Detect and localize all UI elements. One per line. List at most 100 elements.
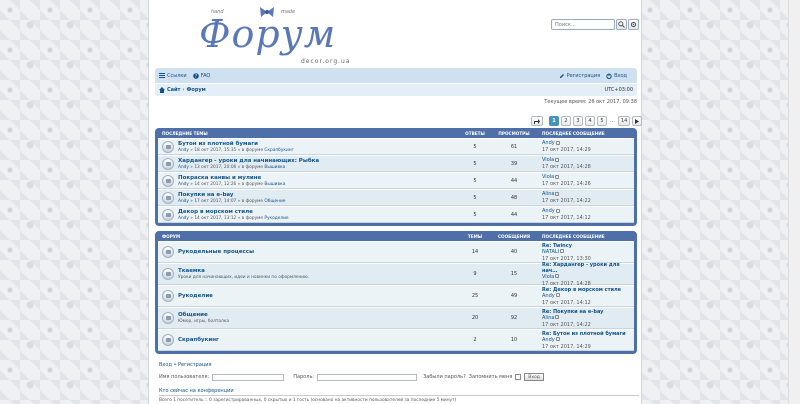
forum-row[interactable]: Ткаемка Уроки для начинающих, идеи и нови… xyxy=(158,262,634,287)
topic-last-author[interactable]: Andy xyxy=(542,140,634,146)
topic-last-author-name[interactable]: Andy xyxy=(542,208,555,214)
page-2[interactable]: 2 xyxy=(561,116,571,126)
view-latest-icon[interactable] xyxy=(555,208,560,213)
breadcrumb-site[interactable]: Сайт ‹ Форум xyxy=(159,87,206,93)
topic-author[interactable]: Andy xyxy=(178,199,189,204)
page-3[interactable]: 3 xyxy=(573,116,583,126)
topic-forum-link[interactable]: Скрапбукинг xyxy=(264,148,293,153)
topic-last-author-name[interactable]: Viola xyxy=(542,174,554,180)
topic-author[interactable]: Andy xyxy=(178,165,189,170)
topic-forum-link[interactable]: Общение xyxy=(264,199,285,204)
forum-row[interactable]: Скрапбукинг 2 10 Re: Бутон из плотной бумаг… xyxy=(158,329,634,351)
forum-last-author[interactable]: NATALI xyxy=(542,249,634,255)
topic-last-author-name[interactable]: Alina xyxy=(542,191,554,197)
faq-link[interactable]: ? FAQ xyxy=(192,73,210,79)
topic-last-author[interactable]: Viola xyxy=(542,174,634,180)
topic-row[interactable]: Декор в морском стиле Andy » 14 окт 2017,… xyxy=(158,206,634,223)
topic-read-icon xyxy=(162,140,174,153)
topic-row[interactable]: Бутон из плотной бумаги Andy » 18 окт 201… xyxy=(158,138,634,155)
remember-checkbox[interactable] xyxy=(515,374,522,380)
forum-title-link[interactable]: Скрапбукинг xyxy=(178,337,219,343)
forum-last-author[interactable]: Viola xyxy=(542,274,634,280)
topic-last-author-name[interactable]: Viola xyxy=(542,157,554,163)
topic-row[interactable]: Покупки на e-bay Andy » 17 окт 2017, 14:0… xyxy=(158,189,634,206)
page-4[interactable]: 4 xyxy=(585,116,595,126)
topic-last-author[interactable]: Viola xyxy=(542,157,634,163)
topic-last-post: Alina 17 окт 2017, 14:22 xyxy=(536,191,634,204)
next-page-button[interactable] xyxy=(632,116,643,126)
site-logo[interactable]: hand made Форум decor.org.ua xyxy=(189,6,369,66)
topic-forum-link[interactable]: Вышивка xyxy=(264,165,285,170)
search-button[interactable] xyxy=(616,19,627,30)
login-button[interactable]: Вход xyxy=(524,373,544,381)
topics-header-title: Последние темы xyxy=(162,130,208,136)
view-latest-icon[interactable] xyxy=(555,293,560,297)
page-5[interactable]: 5 xyxy=(597,116,607,126)
view-latest-icon[interactable] xyxy=(555,274,560,278)
topic-forum-link[interactable]: Вышивка xyxy=(264,182,285,187)
password-input[interactable] xyxy=(317,373,418,381)
forum-last-author[interactable]: Alina xyxy=(542,315,634,321)
forum-last-post-title[interactable]: Re: Хардангер - уроки для нач… xyxy=(542,262,634,274)
forgot-password-link[interactable]: Забыли пароль? xyxy=(423,374,466,380)
topic-last-author[interactable]: Andy xyxy=(542,208,634,214)
view-latest-icon[interactable] xyxy=(555,174,560,179)
forum-row[interactable]: Общение Юмор, игры, болталка 20 92 Re: Покуп… xyxy=(158,307,634,329)
topic-replies: 5 xyxy=(473,160,477,167)
topic-title-link[interactable]: Бутон из плотной бумаги xyxy=(178,141,294,147)
forum-last-author-name[interactable]: Andy xyxy=(542,337,555,343)
topic-author[interactable]: Andy xyxy=(178,148,189,153)
links-menu[interactable]: Ссылки xyxy=(159,73,187,79)
username-input[interactable] xyxy=(212,373,285,381)
forum-last-author-name[interactable]: Alina xyxy=(542,315,554,321)
forum-title-link[interactable]: Рукодельные процессы xyxy=(178,249,254,255)
topic-title-link[interactable]: Покупки на e-bay xyxy=(178,192,285,198)
forum-cell: Рукоделие xyxy=(158,290,458,302)
topic-last-date: 17 окт 2017, 14:12 xyxy=(542,215,591,221)
page-1[interactable]: 1 xyxy=(549,116,559,126)
forum-last-post-title[interactable]: Re: Декор в морском стиле xyxy=(542,287,634,293)
topic-title-link[interactable]: Хардангер - уроки для начинающих: Рыбка xyxy=(178,158,319,164)
view-latest-icon[interactable] xyxy=(560,249,565,253)
view-latest-icon[interactable] xyxy=(555,337,560,341)
page-last[interactable]: 14 xyxy=(618,116,631,126)
jump-to-page-button[interactable] xyxy=(531,116,543,126)
forum-last-author-name[interactable]: Andy xyxy=(542,293,555,299)
forum-row[interactable]: Рукодельные процессы 14 40 Re: Twincy NATALI… xyxy=(158,241,634,263)
forum-title-link[interactable]: Ткаемка xyxy=(178,268,309,274)
topic-replies: 5 xyxy=(473,194,477,201)
forum-last-author-name[interactable]: Viola xyxy=(542,274,554,280)
forum-row[interactable]: Рукоделие 25 49 Re: Декор в морском стиле An… xyxy=(158,285,634,307)
topic-last-post: Viola 17 окт 2017, 14:26 xyxy=(536,174,634,187)
advanced-search-button[interactable] xyxy=(628,19,639,30)
topic-title-link[interactable]: Декор в морском стиле xyxy=(178,209,289,215)
topic-last-author-name[interactable]: Andy xyxy=(542,140,555,146)
page-scrollbar[interactable] xyxy=(788,0,800,404)
forum-last-author[interactable]: Andy xyxy=(542,337,634,343)
view-latest-icon[interactable] xyxy=(555,315,560,319)
view-latest-icon[interactable] xyxy=(555,157,560,162)
topic-author[interactable]: Andy xyxy=(178,182,189,187)
forum-last-post-title[interactable]: Re: Бутон из плотной бумаги xyxy=(542,331,634,337)
topic-replies: 5 xyxy=(473,211,477,218)
login-link[interactable]: Вход xyxy=(606,73,627,79)
topic-last-author[interactable]: Alina xyxy=(542,191,634,197)
online-title[interactable]: Кто сейчас на конференции xyxy=(159,388,639,396)
topic-row[interactable]: Хардангер - уроки для начинающих: Рыбка A… xyxy=(158,155,634,172)
search-input[interactable] xyxy=(551,19,615,30)
login-title[interactable]: Вход • Регистрация xyxy=(159,362,639,368)
forum-title-link[interactable]: Общение xyxy=(178,312,229,318)
view-latest-icon[interactable] xyxy=(555,140,560,145)
topic-row[interactable]: Покраска канвы и мулине Andy » 14 окт 201… xyxy=(158,172,634,189)
topic-forum-link[interactable]: Рукоделие xyxy=(264,216,288,221)
view-latest-icon[interactable] xyxy=(555,191,560,196)
forum-last-author-name[interactable]: NATALI xyxy=(542,249,559,255)
forum-title-link[interactable]: Рукоделие xyxy=(178,293,213,299)
links-label: Ссылки xyxy=(167,72,187,79)
register-link[interactable]: Регистрация xyxy=(559,73,600,79)
forum-cell: Ткаемка Уроки для начинающих, идеи и нови… xyxy=(158,268,458,280)
forum-description: Юмор, игры, болталка xyxy=(178,319,230,324)
forum-last-author[interactable]: Andy xyxy=(542,293,634,299)
topic-author[interactable]: Andy xyxy=(178,216,189,221)
topic-title-link[interactable]: Покраска канвы и мулине xyxy=(178,175,285,181)
